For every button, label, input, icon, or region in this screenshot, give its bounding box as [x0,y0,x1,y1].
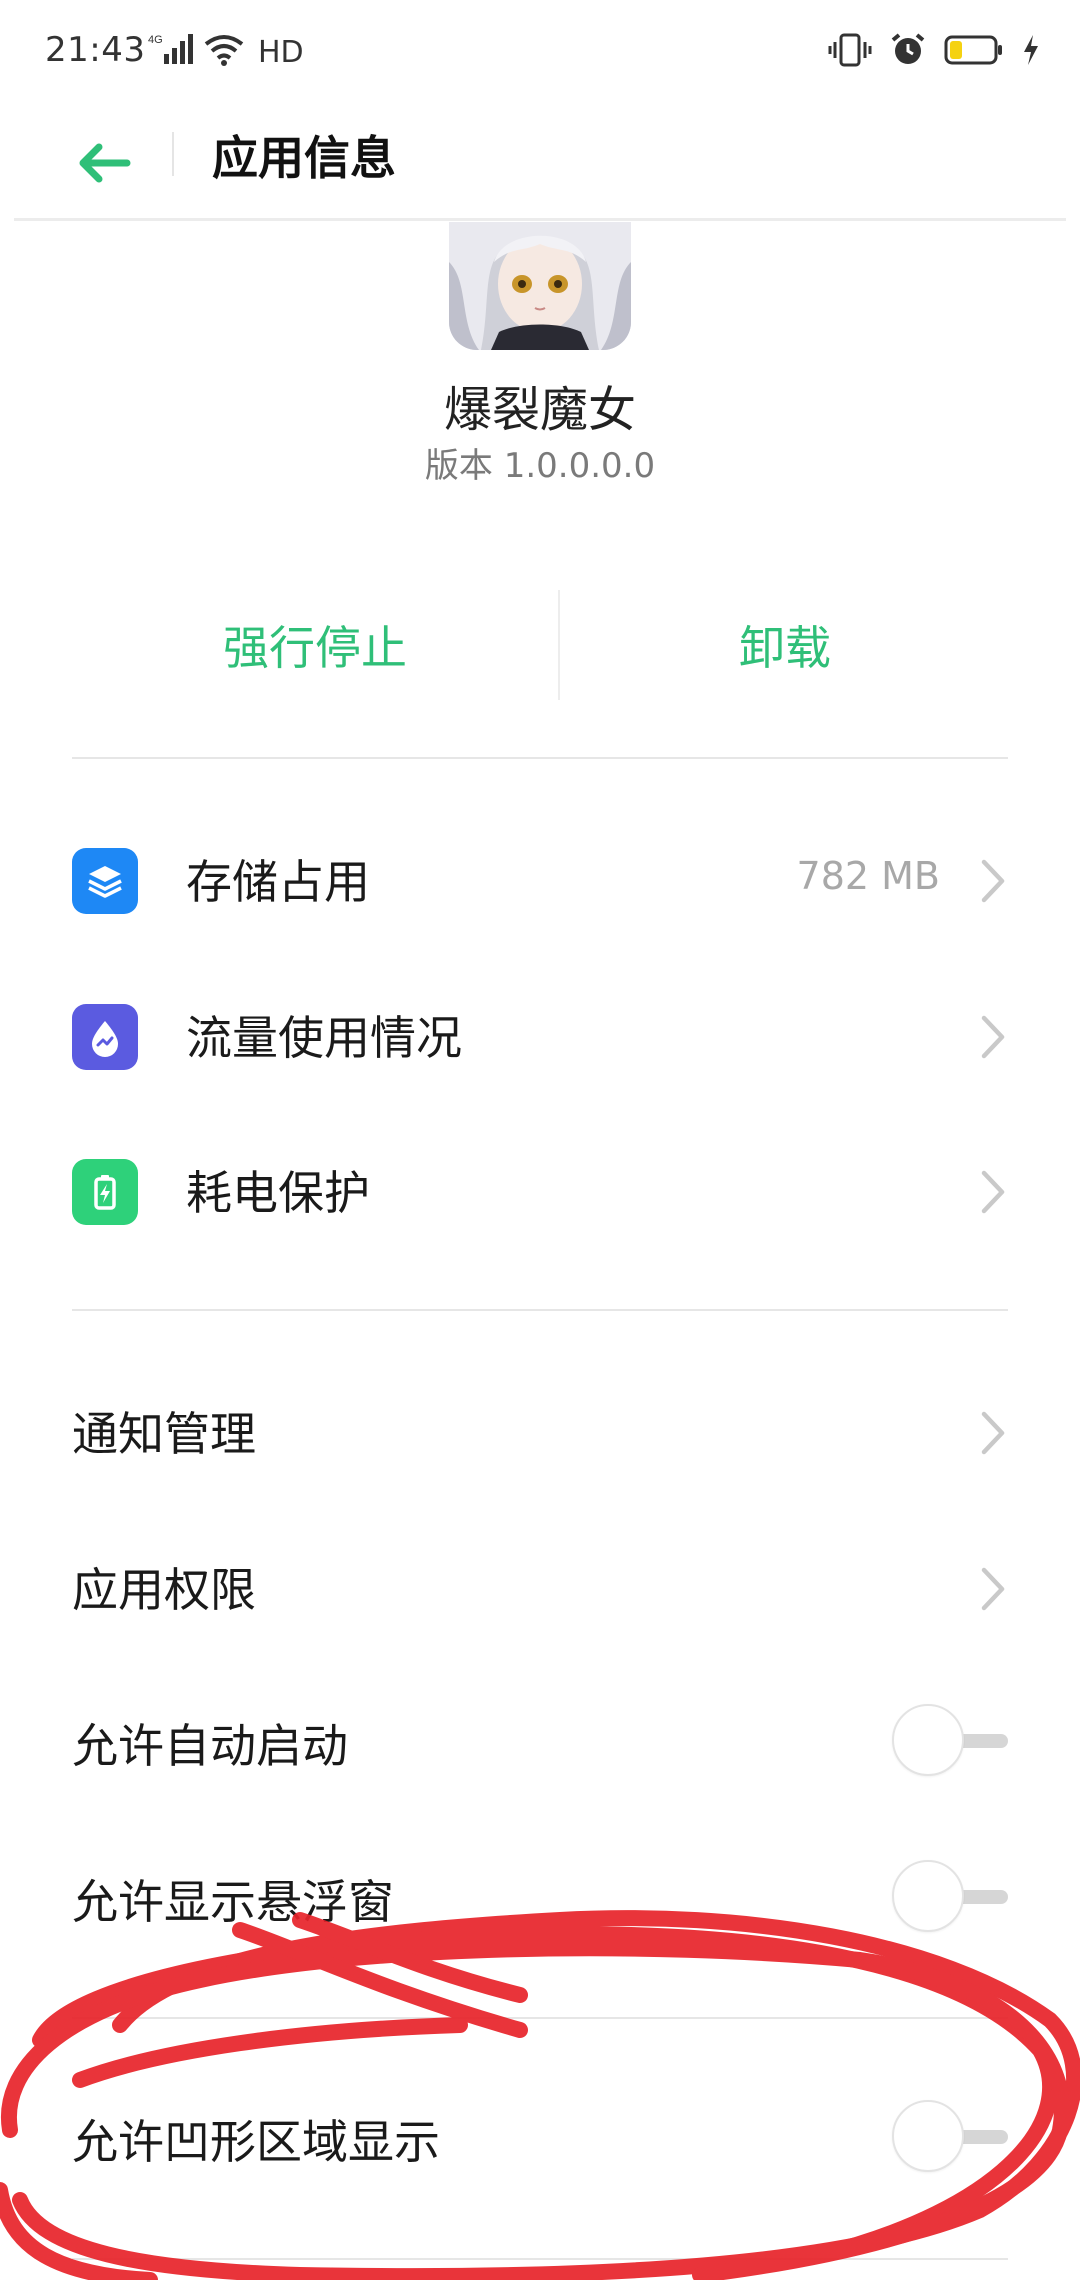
floating-window-row: 允许显示悬浮窗 [0,1838,1080,1958]
back-button[interactable] [68,130,138,200]
chevron-right-icon [981,1567,1005,1611]
page-title: 应用信息 [212,131,396,185]
row-label: 耗电保护 [186,1166,370,1220]
row-label: 允许自动启动 [72,1719,348,1773]
signal-icon: 4G [148,32,194,72]
chevron-right-icon [981,1170,1005,1214]
app-name: 爆裂魔女 [443,382,636,438]
force-stop-button[interactable]: 强行停止 [160,612,470,678]
back-arrow-icon [75,141,131,189]
vibrate-icon [828,32,872,72]
notification-management-row[interactable]: 通知管理 [0,1370,1080,1490]
header-divider-line [14,218,1066,221]
chevron-right-icon [981,1015,1005,1059]
row-label: 流量使用情况 [186,1011,462,1065]
status-left-icons: 4G HD [148,30,304,74]
app-permissions-row[interactable]: 应用权限 [0,1526,1080,1646]
section-divider [72,757,1008,759]
floating-window-toggle[interactable] [892,1860,1008,1932]
app-icon [449,222,631,350]
notch-display-toggle[interactable] [892,2100,1008,2172]
storage-icon [72,848,138,914]
chevron-right-icon [981,1411,1005,1455]
battery-icon [944,34,1004,70]
wifi-icon [204,34,244,70]
svg-text:4G: 4G [148,34,163,46]
section-divider [72,2258,1008,2260]
uninstall-button[interactable]: 卸载 [630,612,940,678]
row-label: 存储占用 [186,855,370,909]
action-row: 强行停止 卸载 [0,590,1080,700]
toggle-knob [892,1704,964,1776]
status-bar: 21:43 4G HD [0,0,1080,110]
row-label: 允许显示悬浮窗 [72,1875,394,1929]
status-time: 21:43 [45,30,146,70]
auto-start-row: 允许自动启动 [0,1682,1080,1802]
storage-value: 782 MB [796,854,940,898]
action-divider [558,590,560,700]
battery-protect-icon [72,1159,138,1225]
toggle-knob [892,2100,964,2172]
row-label: 允许凹形区域显示 [72,2115,440,2169]
data-usage-icon [72,1004,138,1070]
storage-row[interactable]: 存储占用 782 MB [0,818,1080,938]
app-header: 应用信息 [0,110,1080,220]
row-label: 应用权限 [72,1563,256,1617]
app-version: 版本 1.0.0.0.0 [424,446,656,486]
charging-icon [1022,34,1040,70]
notch-display-row: 允许凹形区域显示 [0,2078,1080,2198]
status-right-icons [828,30,1040,74]
toggle-knob [892,1860,964,1932]
hd-indicator: HD [258,34,304,70]
data-usage-row[interactable]: 流量使用情况 [0,974,1080,1094]
row-label: 通知管理 [72,1407,256,1461]
alarm-icon [890,32,926,72]
chevron-right-icon [981,859,1005,903]
header-divider [172,132,174,176]
battery-protect-row[interactable]: 耗电保护 [0,1129,1080,1249]
auto-start-toggle[interactable] [892,1704,1008,1776]
section-divider [72,2017,1008,2019]
section-divider [72,1309,1008,1311]
